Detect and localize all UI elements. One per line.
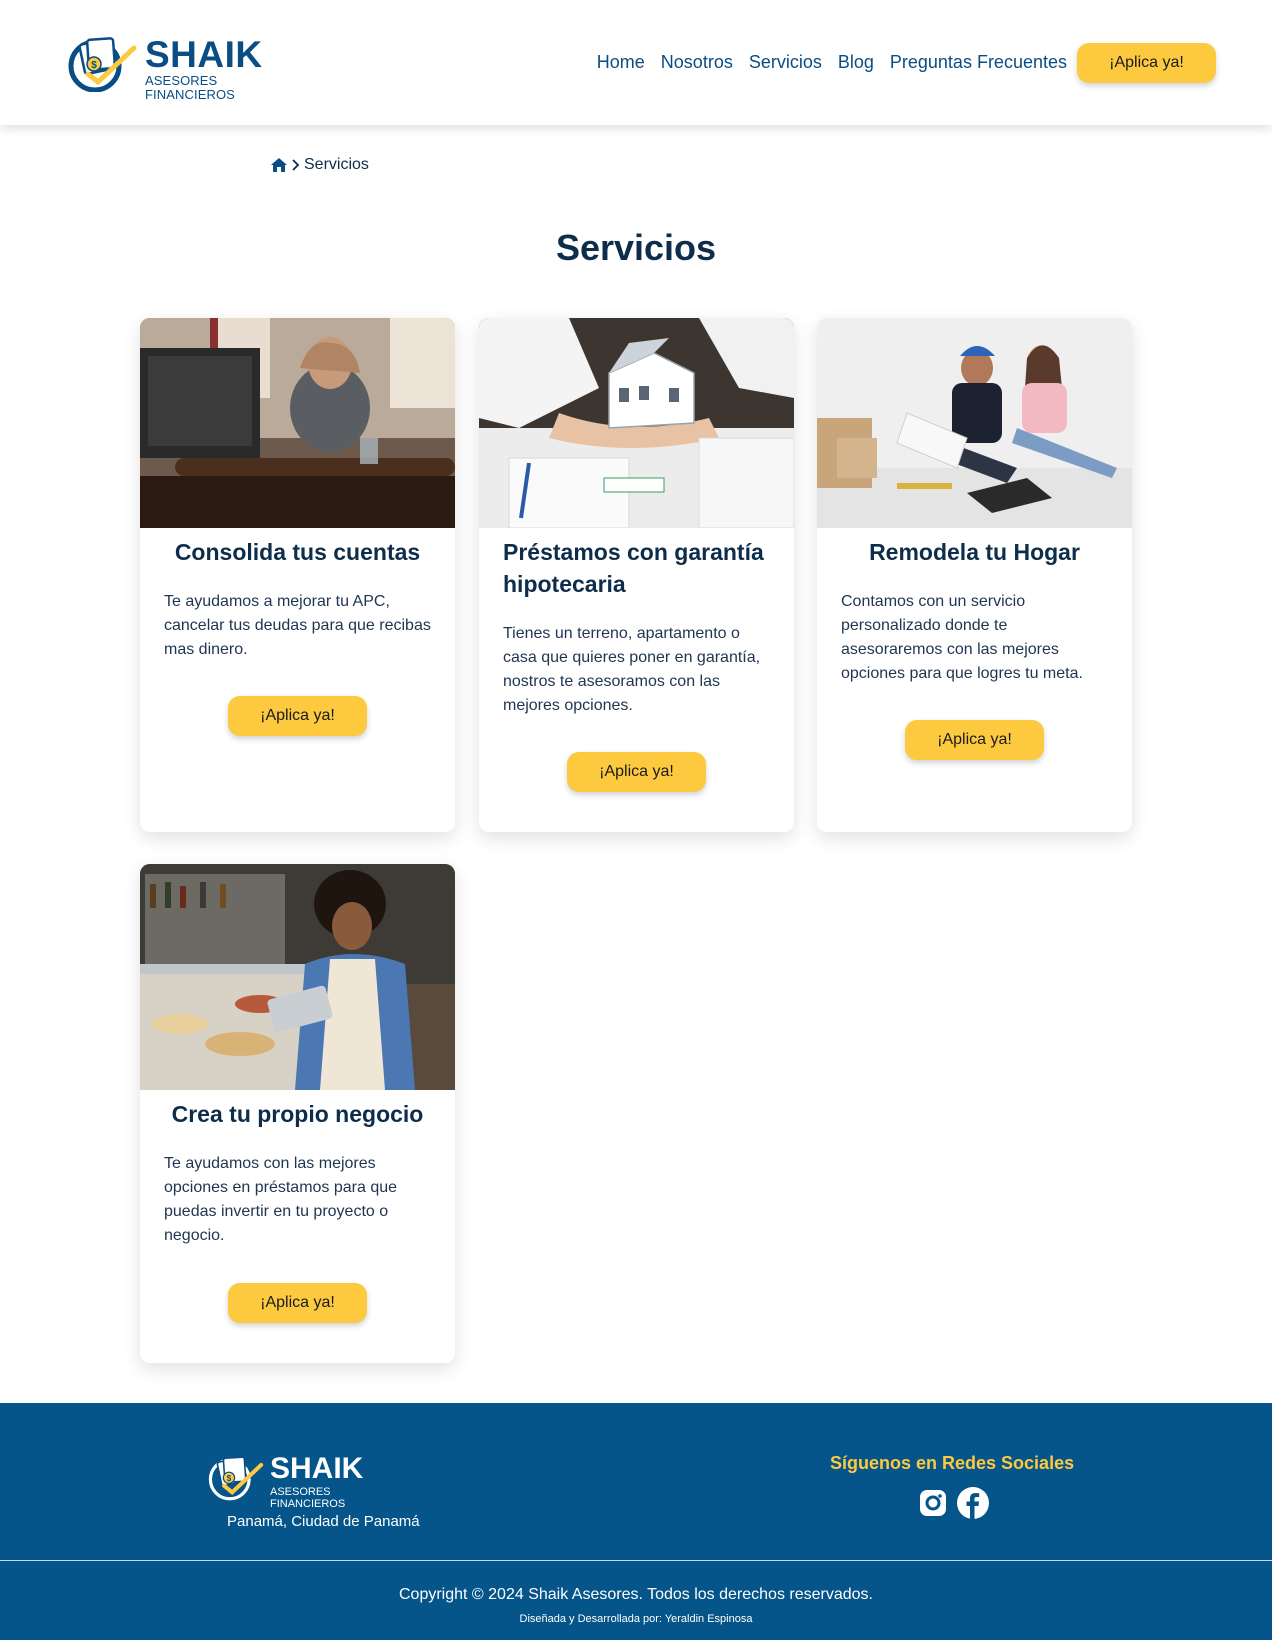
- service-image-couple-renovating: [817, 318, 1132, 528]
- logo-mark-icon: $: [208, 1456, 264, 1501]
- service-card-prestamos: Préstamos con garantía hipotecaria Tiene…: [479, 318, 794, 832]
- social-title: Síguenos en Redes Sociales: [830, 1453, 1075, 1473]
- service-title: Consolida tus cuentas: [174, 539, 421, 565]
- service-description: Contamos con un servicio personalizado d…: [841, 593, 1083, 682]
- nav-item-home[interactable]: Home: [597, 50, 645, 74]
- footer-brand-tagline: ASESORES FINANCIEROS: [270, 1486, 346, 1510]
- footer-location: Panamá, Ciudad de Panamá: [227, 1513, 420, 1530]
- brand-name: SHAIK: [145, 34, 263, 75]
- service-image-shop-owner: [140, 864, 455, 1090]
- nav-item-faq[interactable]: Preguntas Frecuentes: [890, 50, 1067, 74]
- brand-tagline: ASESORES FINANCIEROS: [145, 73, 235, 102]
- instagram-icon[interactable]: [919, 1489, 947, 1517]
- service-title: Préstamos con garantía hipotecaria: [503, 539, 764, 597]
- service-apply-button[interactable]: ¡Aplica ya!: [567, 752, 706, 792]
- service-title: Remodela tu Hogar: [869, 539, 1080, 565]
- footer-divider: [0, 1560, 1272, 1561]
- copyright-text: Copyright © 2024 Shaik Asesores. Todos l…: [399, 1586, 873, 1603]
- brand-logo[interactable]: $ SHAIK ASESORES FINANCIEROS: [68, 34, 308, 102]
- site-footer: $ SHAIK ASESORES FINANCIEROS Panamá, Ciu…: [0, 1403, 1272, 1640]
- home-icon[interactable]: [271, 158, 287, 172]
- svg-text:$: $: [227, 1474, 232, 1483]
- header-apply-button[interactable]: ¡Aplica ya!: [1077, 43, 1216, 83]
- service-card-consolida: Consolida tus cuentas Te ayudamos a mejo…: [140, 318, 455, 832]
- service-image-stressed-man: [140, 318, 455, 528]
- service-card-remodela: Remodela tu Hogar Contamos con un servic…: [817, 318, 1132, 832]
- chevron-right-icon: [292, 159, 300, 171]
- logo-mark-icon: $: [68, 37, 137, 92]
- nav-item-blog[interactable]: Blog: [838, 50, 874, 74]
- svg-text:$: $: [91, 60, 97, 71]
- service-description: Tienes un terreno, apartamento o casa qu…: [503, 625, 761, 714]
- service-apply-button[interactable]: ¡Aplica ya!: [905, 720, 1044, 760]
- footer-logo[interactable]: $ SHAIK ASESORES FINANCIEROS: [208, 1452, 408, 1510]
- social-links: [919, 1487, 989, 1519]
- credits-text: Diseñada y Desarrollada por: Yeraldin Es…: [519, 1613, 753, 1625]
- service-title: Crea tu propio negocio: [171, 1101, 424, 1127]
- breadcrumb-current: Servicios: [304, 156, 369, 173]
- site-header: $ SHAIK ASESORES FINANCIEROS Home Nosotr…: [0, 0, 1272, 125]
- service-card-negocio: Crea tu propio negocio Te ayudamos con l…: [140, 864, 455, 1363]
- facebook-icon[interactable]: [957, 1487, 989, 1519]
- service-apply-button[interactable]: ¡Aplica ya!: [228, 1283, 367, 1323]
- service-description: Te ayudamos a mejorar tu APC, cancelar t…: [164, 593, 431, 658]
- service-apply-button[interactable]: ¡Aplica ya!: [228, 696, 367, 736]
- breadcrumb: Servicios: [271, 156, 369, 174]
- page-title: Servicios: [555, 227, 717, 268]
- nav-item-servicios[interactable]: Servicios: [749, 50, 822, 74]
- nav-item-nosotros[interactable]: Nosotros: [661, 50, 733, 74]
- service-image-house-model: [479, 318, 794, 528]
- service-description: Te ayudamos con las mejores opciones en …: [164, 1155, 398, 1244]
- main-nav: Home Nosotros Servicios Blog Preguntas F…: [597, 50, 1067, 74]
- footer-brand-name: SHAIK: [270, 1452, 364, 1485]
